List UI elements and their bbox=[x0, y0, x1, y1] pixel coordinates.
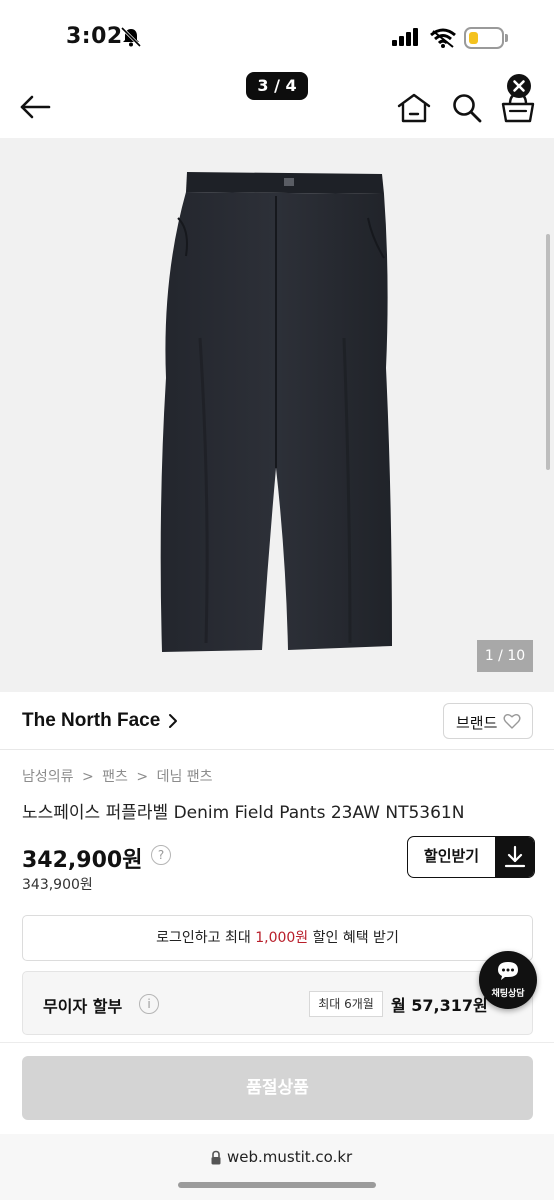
url-text[interactable]: web.mustit.co.kr bbox=[227, 1148, 352, 1166]
status-bar: 3:02 bbox=[0, 0, 554, 72]
chat-label: 채팅상담 bbox=[491, 989, 525, 999]
scrollbar[interactable] bbox=[546, 234, 550, 470]
breadcrumb-item[interactable]: 팬츠 bbox=[102, 769, 128, 785]
installment-label: 무이자 할부 bbox=[43, 997, 123, 1016]
chat-button[interactable]: 채팅상담 bbox=[479, 951, 537, 1009]
page-indicator: 3 / 4 bbox=[246, 72, 308, 100]
pants-illustration bbox=[160, 172, 392, 652]
brand-button-label: 브랜드 bbox=[456, 714, 498, 732]
status-time: 3:02 bbox=[66, 24, 123, 49]
close-icon[interactable] bbox=[507, 74, 531, 98]
banner-text-before: 로그인하고 최대 bbox=[156, 930, 256, 946]
soldout-button[interactable]: 품절상품 bbox=[22, 1056, 533, 1120]
max-months-tag: 최대 6개월 bbox=[309, 991, 383, 1017]
monthly-amount: 월 57,317원 bbox=[391, 996, 488, 1015]
banner-text-after: 할인 혜택 받기 bbox=[308, 930, 399, 946]
bottom-action-bar: 품절상품 bbox=[0, 1042, 554, 1134]
banner-highlight: 1,000원 bbox=[255, 930, 309, 946]
lock-icon bbox=[211, 1150, 221, 1165]
bell-muted-icon bbox=[120, 26, 142, 48]
breadcrumb-separator: > bbox=[136, 769, 149, 785]
battery-cap bbox=[505, 34, 508, 42]
chevron-right-icon[interactable] bbox=[166, 712, 180, 730]
breadcrumb-separator: > bbox=[81, 769, 94, 785]
product-title: 노스페이스 퍼플라벨 Denim Field Pants 23AW NT5361… bbox=[22, 803, 465, 823]
back-button[interactable] bbox=[18, 92, 54, 122]
signal-icon bbox=[392, 28, 418, 46]
chat-icon bbox=[498, 962, 518, 980]
wifi-icon bbox=[430, 28, 456, 48]
brand-link[interactable]: The North Face bbox=[22, 710, 160, 732]
browser-url-bar: web.mustit.co.kr bbox=[0, 1134, 554, 1200]
brand-row: The North Face 브랜드 bbox=[0, 692, 554, 750]
price-help-icon[interactable]: ? bbox=[151, 845, 171, 865]
breadcrumb: 남성의류 > 팬츠 > 데님 팬츠 bbox=[22, 766, 217, 786]
original-price: 343,900원 bbox=[22, 877, 93, 893]
installment-box: 무이자 할부 i 최대 6개월 월 57,317원 bbox=[22, 971, 533, 1035]
image-counter: 1 / 10 bbox=[477, 640, 533, 672]
heart-icon bbox=[503, 713, 521, 729]
installment-info-icon[interactable]: i bbox=[139, 994, 159, 1014]
product-image[interactable]: 1 / 10 bbox=[0, 138, 554, 692]
product-price: 342,900원 bbox=[22, 848, 143, 873]
login-discount-banner[interactable]: 로그인하고 최대 1,000원 할인 혜택 받기 bbox=[22, 915, 533, 961]
nav-header: 3 / 4 bbox=[0, 72, 554, 138]
breadcrumb-item[interactable]: 남성의류 bbox=[22, 769, 74, 785]
download-icon bbox=[495, 837, 534, 877]
brand-favorite-button[interactable]: 브랜드 bbox=[443, 703, 533, 739]
breadcrumb-item[interactable]: 데님 팬츠 bbox=[157, 769, 213, 785]
home-indicator bbox=[178, 1182, 376, 1188]
battery-icon bbox=[464, 27, 504, 49]
coupon-button[interactable]: 할인받기 bbox=[407, 836, 535, 878]
coupon-label: 할인받기 bbox=[423, 847, 480, 865]
search-button[interactable] bbox=[451, 92, 483, 124]
home-button[interactable] bbox=[396, 92, 432, 124]
